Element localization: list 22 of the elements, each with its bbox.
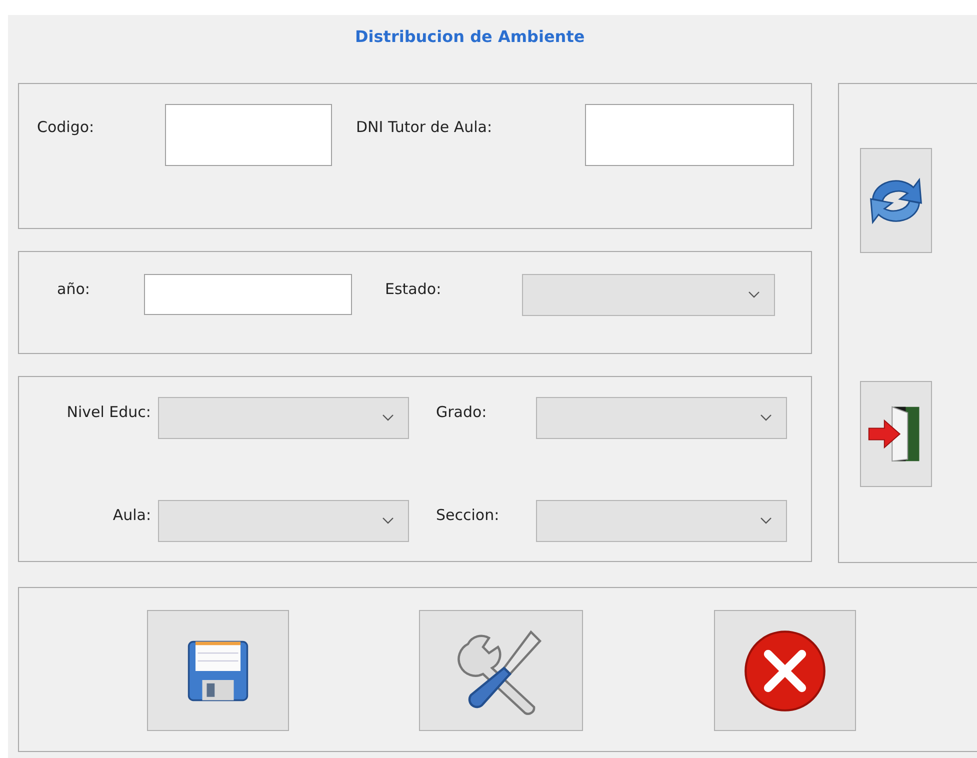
field-label: año: xyxy=(57,280,91,298)
cancel-button[interactable] xyxy=(714,610,856,731)
field-label: Grado: xyxy=(436,403,488,421)
exit-button[interactable] xyxy=(860,381,932,487)
input-field[interactable] xyxy=(585,104,794,166)
chevron-down-icon xyxy=(760,414,772,422)
input-field[interactable] xyxy=(165,104,332,166)
tools-button[interactable] xyxy=(419,610,583,731)
chevron-down-icon xyxy=(748,291,760,299)
chevron-down-icon xyxy=(382,517,394,525)
input-field[interactable] xyxy=(144,274,352,315)
field-label: Codigo: xyxy=(37,118,96,136)
chevron-down-icon xyxy=(760,517,772,525)
refresh-button[interactable] xyxy=(860,148,932,253)
field-label: Aula: xyxy=(112,506,152,524)
field-label: DNI Tutor de Aula: xyxy=(356,118,494,136)
field-label: Nivel Educ: xyxy=(66,403,152,421)
chevron-down-icon xyxy=(382,414,394,422)
field-label: Estado: xyxy=(385,280,442,298)
form-title: Distribucion de Ambiente xyxy=(355,26,585,47)
field-label: Seccion: xyxy=(436,506,500,524)
save-button[interactable] xyxy=(147,610,289,731)
